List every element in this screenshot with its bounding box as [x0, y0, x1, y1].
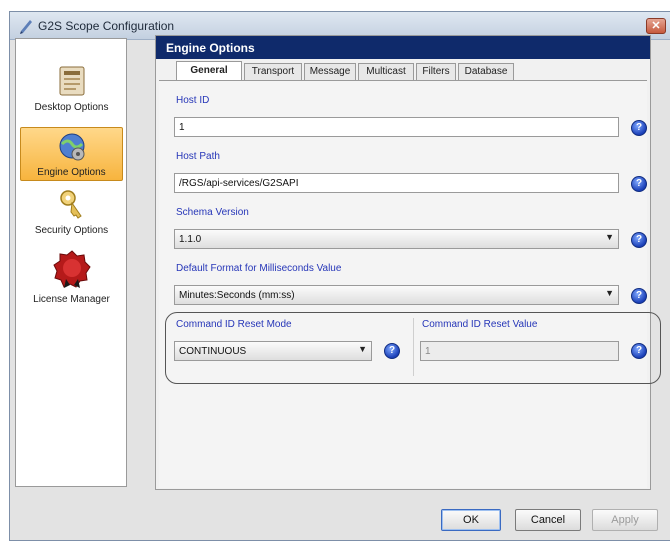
sidebar-item-engine-options[interactable]: Engine Options — [20, 127, 123, 181]
desktop-settings-icon — [59, 66, 84, 96]
host-path-label: Host Path — [176, 151, 220, 162]
reset-mode-value: CONTINUOUS — [179, 346, 247, 357]
sidebar-item-label: Security Options — [34, 225, 109, 236]
reset-value-label: Command ID Reset Value — [422, 319, 538, 330]
tab-message[interactable]: Message — [304, 63, 356, 80]
sidebar-item-license-manager[interactable]: License Manager — [20, 247, 123, 307]
sidebar-item-label: Desktop Options — [34, 102, 109, 113]
reset-mode-select[interactable]: CONTINUOUS ▼ — [174, 341, 372, 361]
sidebar-item-desktop-options[interactable]: Desktop Options — [20, 61, 123, 115]
chevron-down-icon: ▼ — [358, 344, 367, 354]
sidebar-item-security-options[interactable]: Security Options — [20, 184, 123, 238]
host-id-input[interactable]: 1 — [174, 117, 619, 137]
reset-value-help-icon[interactable]: ? — [631, 343, 647, 359]
tab-database[interactable]: Database — [458, 63, 514, 80]
reset-mode-label: Command ID Reset Mode — [176, 319, 292, 330]
host-path-help-icon[interactable]: ? — [631, 176, 647, 192]
window-title: G2S Scope Configuration — [38, 19, 175, 33]
tab-filters[interactable]: Filters — [416, 63, 456, 80]
group-divider — [413, 318, 414, 376]
schema-version-help-icon[interactable]: ? — [631, 232, 647, 248]
options-sidebar: Desktop Options Engine Options Security … — [15, 38, 127, 487]
chevron-down-icon: ▼ — [605, 232, 614, 242]
ms-format-help-icon[interactable]: ? — [631, 288, 647, 304]
sidebar-item-label: License Manager — [33, 294, 110, 305]
tab-multicast[interactable]: Multicast — [358, 63, 414, 80]
chevron-down-icon: ▼ — [605, 288, 614, 298]
app-icon — [20, 20, 32, 34]
schema-version-value: 1.1.0 — [179, 234, 202, 245]
reset-mode-help-icon[interactable]: ? — [384, 343, 400, 359]
schema-version-select[interactable]: 1.1.0 ▼ — [174, 229, 619, 249]
cancel-button[interactable]: Cancel — [515, 509, 581, 531]
host-path-input[interactable]: /RGS/api-services/G2SAPI — [174, 173, 619, 193]
host-id-label: Host ID — [176, 95, 210, 106]
sidebar-item-label: Engine Options — [37, 167, 106, 178]
schema-version-label: Schema Version — [176, 207, 249, 218]
engine-globe-icon — [59, 133, 84, 161]
general-tab-content — [159, 80, 647, 488]
tab-transport[interactable]: Transport — [244, 63, 302, 80]
ms-format-value: Minutes:Seconds (mm:ss) — [179, 290, 295, 301]
host-id-help-icon[interactable]: ? — [631, 120, 647, 136]
ok-button[interactable]: OK — [441, 509, 501, 531]
tab-general[interactable]: General — [176, 61, 242, 81]
close-button[interactable]: ✕ — [646, 18, 666, 34]
ms-format-select[interactable]: Minutes:Seconds (mm:ss) ▼ — [174, 285, 619, 305]
reset-value-input[interactable]: 1 — [420, 341, 619, 361]
ms-format-label: Default Format for Milliseconds Value — [176, 263, 342, 274]
page-title: Engine Options — [156, 36, 650, 59]
license-seal-icon — [52, 250, 91, 288]
key-icon — [59, 190, 82, 219]
apply-button[interactable]: Apply — [592, 509, 658, 531]
